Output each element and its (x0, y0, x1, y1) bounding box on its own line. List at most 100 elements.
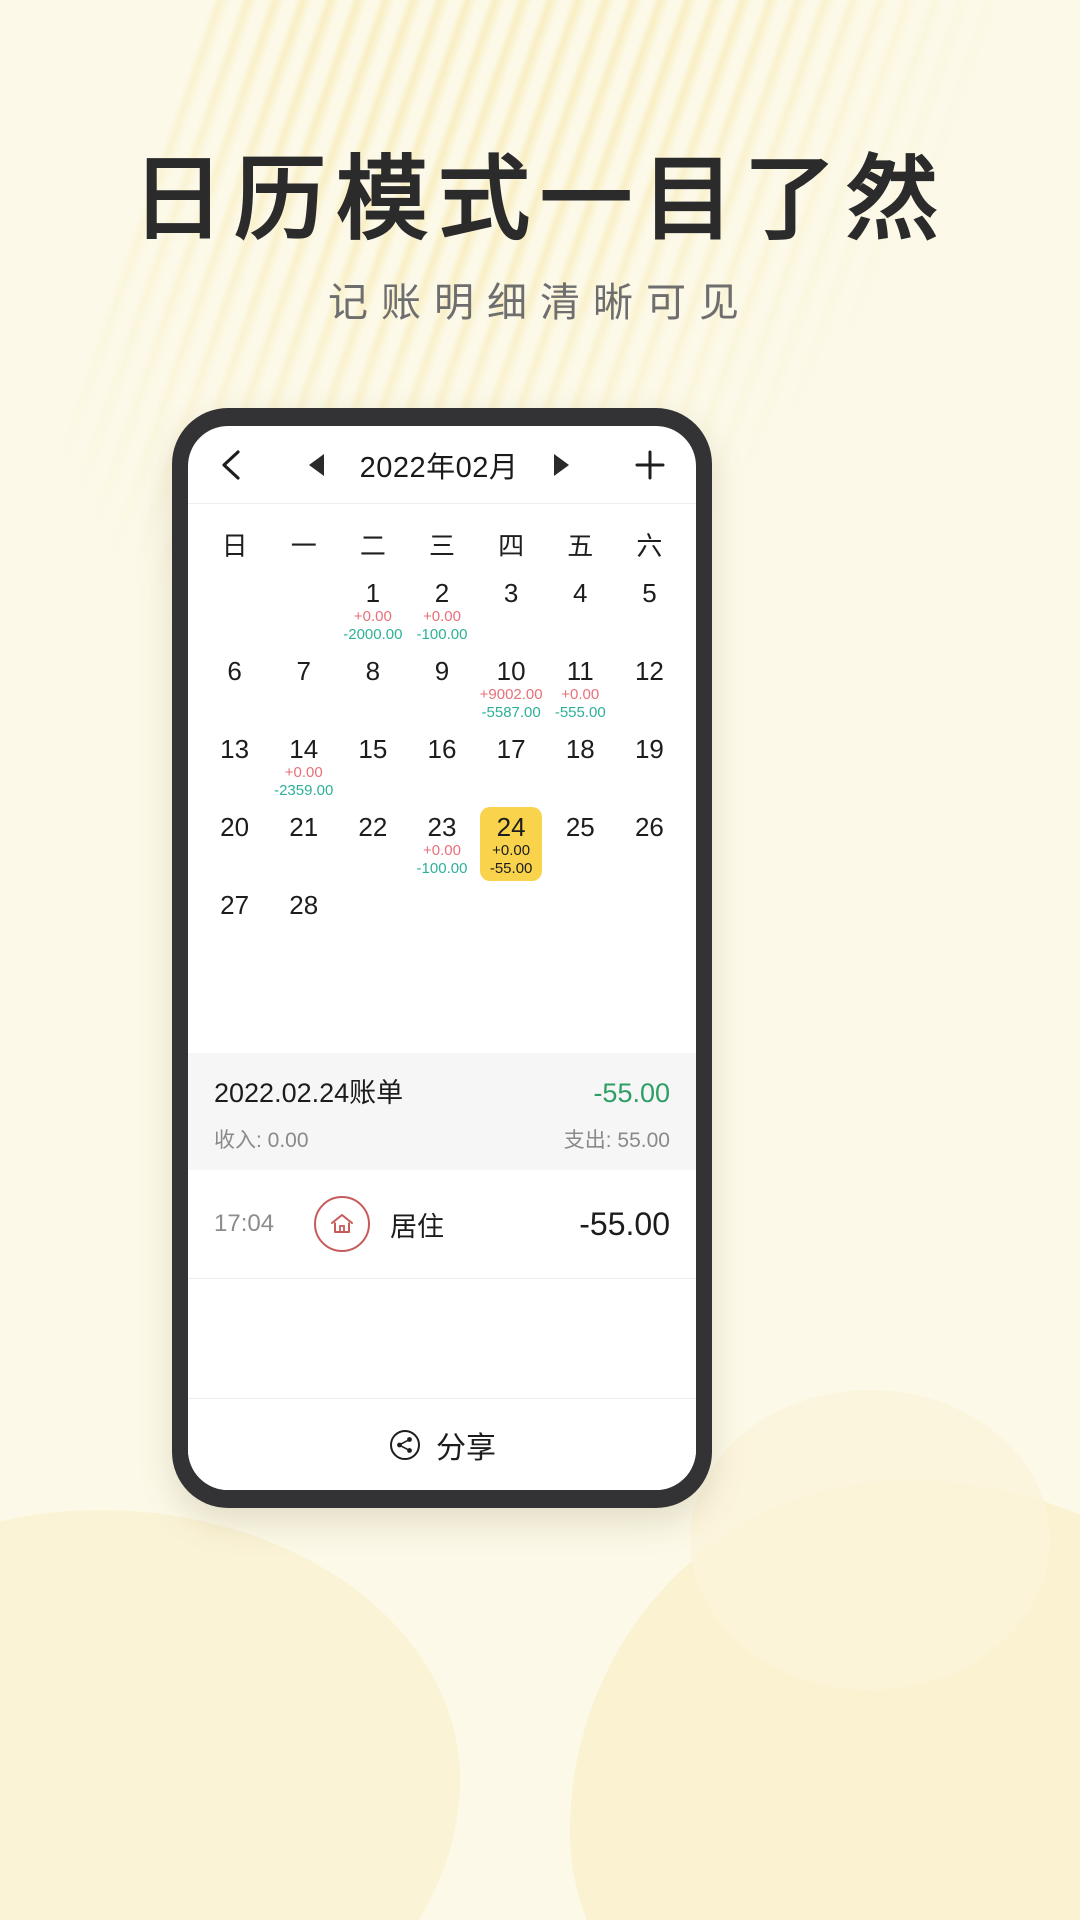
calendar-day-income: +0.00 (423, 608, 461, 625)
list-empty-area (188, 1279, 696, 1398)
calendar-day-number: 22 (358, 812, 388, 842)
calendar: 日一二三四五六 1 +0.00 -2000.00 2 +0.00 -100.00 3 4 5 6 7… (188, 504, 696, 963)
calendar-day[interactable]: 6 (200, 651, 269, 729)
day-summary-top: 2022.02.24账单 -55.00 (214, 1071, 670, 1110)
calendar-day-grid[interactable]: 1 +0.00 -2000.00 2 +0.00 -100.00 3 4 5 6 7 8 9 10 +900… (200, 573, 684, 963)
calendar-day[interactable]: 11 +0.00 -555.00 (546, 651, 615, 729)
calendar-day-selected[interactable]: 24 +0.00 -55.00 (480, 807, 543, 881)
calendar-day-number: 13 (220, 734, 250, 764)
calendar-day-number: 9 (434, 656, 450, 686)
calendar-day[interactable]: 20 (200, 807, 269, 885)
calendar-day-number: 6 (227, 656, 242, 686)
calendar-day[interactable]: 25 (546, 807, 615, 885)
calendar-day[interactable]: 15 (338, 729, 407, 807)
weekday-0: 日 (221, 531, 248, 561)
house-icon (331, 1214, 353, 1233)
calendar-day[interactable]: 7 (269, 651, 338, 729)
triangle-left-icon[interactable] (309, 453, 324, 476)
calendar-day-expense: -2359.00 (274, 782, 334, 799)
calendar-day-expense: -55.00 (489, 860, 533, 877)
calendar-day[interactable]: 26 (615, 807, 684, 885)
calendar-day[interactable]: 1 +0.00 -2000.00 (338, 573, 407, 651)
calendar-day-expense: -5587.00 (481, 704, 541, 721)
calendar-day[interactable]: 2 +0.00 -100.00 (407, 573, 476, 651)
background-blob-small (690, 1390, 1050, 1690)
calendar-day[interactable]: 19 (615, 729, 684, 807)
calendar-day-number: 10 (496, 656, 526, 686)
calendar-day[interactable]: 9 (407, 651, 476, 729)
weekday-5: 五 (567, 531, 594, 561)
entry-list: 17:04 居住 -55.00 (188, 1170, 696, 1279)
entry-row[interactable]: 17:04 居住 -55.00 (188, 1170, 696, 1279)
app-navbar: 2022年02月 (188, 426, 696, 504)
calendar-day[interactable]: 18 (546, 729, 615, 807)
day-summary-bottom: 收入: 0.00 支出: 55.00 (214, 1124, 670, 1154)
calendar-day-number: 26 (634, 812, 664, 842)
calendar-day-number: 3 (503, 578, 519, 608)
calendar-day-number: 20 (220, 812, 250, 842)
calendar-day[interactable]: 17 (477, 729, 546, 807)
calendar-day[interactable]: 4 (546, 573, 615, 651)
calendar-day-number: 1 (365, 578, 381, 608)
entry-category-name: 居住 (390, 1211, 444, 1242)
summary-expense: 支出: 55.00 (563, 1129, 670, 1152)
calendar-day-income: +0.00 (284, 764, 323, 781)
summary-title: 2022.02.24账单 (214, 1078, 404, 1108)
weekday-2: 二 (359, 531, 386, 561)
calendar-day[interactable]: 27 (200, 885, 269, 963)
promo-subheadline: 记账明细清晰可见 (328, 281, 752, 325)
calendar-day[interactable]: 5 (615, 573, 684, 651)
calendar-day[interactable]: 10 +9002.00 -5587.00 (477, 651, 546, 729)
calendar-day-income: +0.00 (353, 608, 392, 625)
entry-category-icon (314, 1196, 370, 1252)
calendar-day-number: 15 (358, 734, 388, 764)
calendar-day-income: +9002.00 (479, 686, 543, 703)
calendar-day[interactable]: 22 (338, 807, 407, 885)
calendar-day-number: 5 (642, 578, 657, 608)
entry-amount: -55.00 (579, 1205, 670, 1242)
calendar-day-expense: -100.00 (416, 860, 468, 877)
calendar-day[interactable]: 16 (407, 729, 476, 807)
calendar-bottom-spacer (188, 963, 696, 1053)
calendar-day[interactable]: 21 (269, 807, 338, 885)
calendar-day[interactable]: 8 (338, 651, 407, 729)
calendar-day-number: 11 (566, 656, 594, 686)
calendar-day-expense: -100.00 (416, 626, 468, 643)
share-icon (390, 1429, 420, 1460)
plus-icon (635, 450, 665, 479)
calendar-day-income: +0.00 (423, 842, 461, 859)
calendar-day[interactable]: 23 +0.00 -100.00 (407, 807, 476, 885)
share-bar[interactable]: 分享 (188, 1398, 696, 1490)
share-label: 分享 (436, 1431, 496, 1465)
add-record-button[interactable] (630, 445, 670, 485)
calendar-weekday-header: 日一二三四五六 (200, 504, 684, 573)
chevron-left-icon (222, 449, 240, 480)
calendar-day[interactable]: 12 (615, 651, 684, 729)
calendar-day-number: 12 (634, 656, 664, 686)
calendar-day-number: 16 (427, 734, 457, 764)
calendar-day-income: +0.00 (561, 686, 600, 703)
calendar-day-number: 14 (289, 734, 319, 764)
calendar-day[interactable]: 13 (200, 729, 269, 807)
calendar-day[interactable]: 3 (477, 573, 546, 651)
back-button[interactable] (214, 448, 248, 482)
calendar-day-number: 23 (427, 812, 457, 842)
calendar-day-number: 17 (496, 734, 526, 764)
calendar-day-number: 24 (496, 812, 526, 842)
calendar-day[interactable]: 28 (269, 885, 338, 963)
calendar-day-income: +0.00 (492, 842, 531, 859)
calendar-day-number: 25 (565, 812, 595, 842)
calendar-day-number: 7 (296, 656, 311, 686)
calendar-day-number: 18 (565, 734, 595, 764)
month-selector: 2022年02月 (248, 444, 630, 486)
weekday-6: 六 (636, 531, 663, 561)
calendar-day-number: 21 (289, 812, 319, 842)
calendar-day[interactable]: 14 +0.00 -2359.00 (269, 729, 338, 807)
weekday-3: 三 (428, 531, 455, 561)
calendar-day-number: 19 (634, 734, 664, 764)
calendar-day-expense: -555.00 (554, 704, 606, 721)
phone-screen: 2022年02月 日一二三四五六 1 +0.00 -2000.00 2 +0.00 -10… (188, 426, 696, 1490)
triangle-right-icon[interactable] (554, 453, 569, 476)
calendar-day-expense: -2000.00 (343, 626, 403, 643)
calendar-day-number: 8 (365, 656, 381, 686)
